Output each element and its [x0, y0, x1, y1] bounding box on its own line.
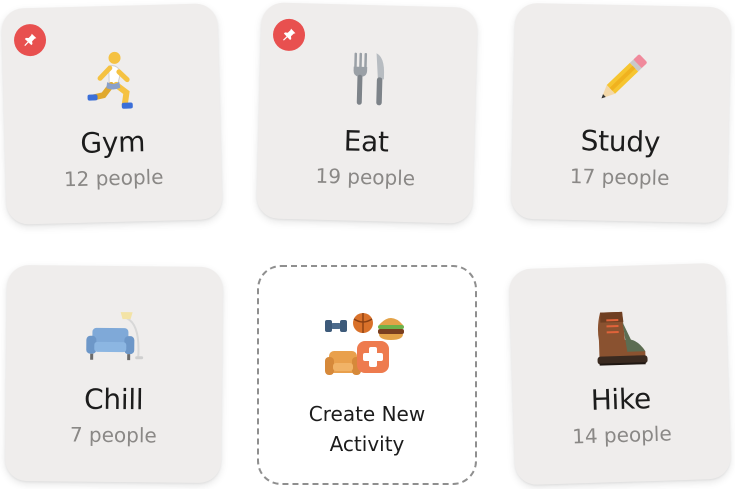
hiking-boot-icon: [586, 305, 652, 371]
activity-title: Chill: [83, 382, 144, 417]
activity-title: Hike: [590, 382, 652, 417]
create-new-activity-button[interactable]: Create New Activity: [257, 265, 477, 485]
activity-board: Gym 12 people Eat 19 people Study 17 peo…: [0, 0, 735, 489]
pencil-icon: [589, 46, 654, 111]
create-new-activity-label: Create New Activity: [308, 402, 426, 456]
activity-people-count: 17 people: [569, 163, 670, 191]
activity-card-study[interactable]: Study 17 people: [510, 2, 732, 224]
activity-card-hike[interactable]: Hike 14 people: [508, 262, 732, 486]
activity-title: Gym: [79, 125, 146, 160]
fork-knife-icon: [335, 46, 401, 112]
runner-icon: [78, 47, 144, 113]
activity-title: Eat: [343, 124, 390, 159]
activity-title: Study: [580, 124, 661, 159]
activity-card-gym[interactable]: Gym 12 people: [1, 3, 223, 225]
activity-card-eat[interactable]: Eat 19 people: [256, 2, 478, 224]
activity-people-count: 7 people: [69, 422, 157, 448]
activity-card-chill[interactable]: Chill 7 people: [4, 264, 224, 484]
create-activity-icon: [325, 311, 409, 385]
pin-icon[interactable]: [272, 18, 306, 52]
activity-people-count: 19 people: [315, 163, 416, 191]
sofa-icon: [82, 306, 147, 371]
activity-people-count: 14 people: [571, 421, 673, 449]
activity-people-count: 12 people: [63, 164, 164, 192]
pin-icon[interactable]: [13, 23, 47, 57]
